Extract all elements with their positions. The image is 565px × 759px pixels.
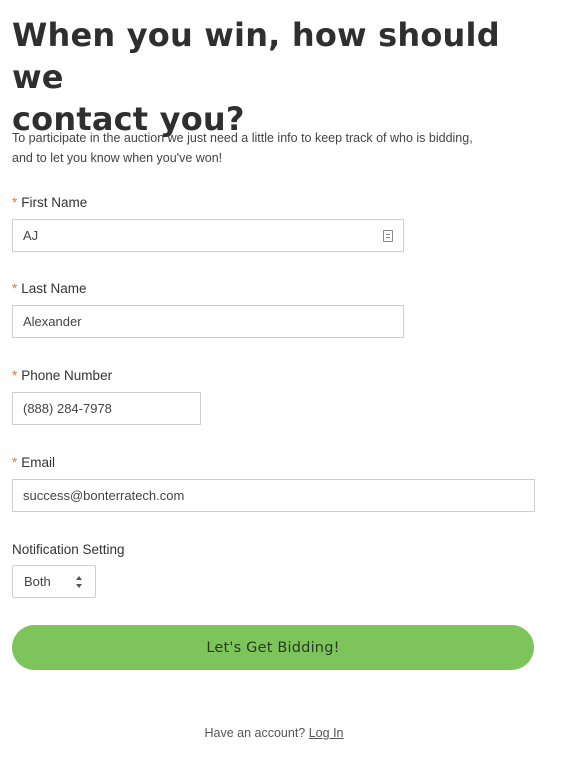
phone-number-input[interactable]: (888) 284-7978 — [12, 392, 201, 425]
intro-line-2: and to let you know when you've won! — [12, 151, 223, 165]
notification-setting-label: Notification Setting — [12, 542, 125, 558]
submit-button[interactable]: Let's Get Bidding! — [12, 625, 534, 670]
notification-setting-select[interactable]: Both — [12, 565, 96, 598]
intro-line-1: To participate in the auction we just ne… — [12, 131, 473, 145]
submit-button-label: Let's Get Bidding! — [206, 639, 340, 656]
last-name-value: Alexander — [23, 314, 82, 329]
notification-setting-label-text: Notification Setting — [12, 542, 125, 557]
last-name-label: * Last Name — [12, 281, 87, 297]
email-label: * Email — [12, 455, 55, 471]
page-title: When you win, how should we contact you? — [12, 14, 552, 140]
email-value: success@bonterratech.com — [23, 488, 185, 503]
phone-number-label-text: Phone Number — [21, 368, 113, 383]
last-name-label-text: Last Name — [21, 281, 87, 296]
required-marker: * — [12, 455, 18, 470]
select-arrows-icon — [76, 576, 83, 588]
email-label-text: Email — [21, 455, 56, 470]
first-name-label: * First Name — [12, 195, 87, 211]
account-prompt: Have an account? — [204, 726, 306, 740]
first-name-input[interactable]: AJ — [12, 219, 404, 252]
email-input[interactable]: success@bonterratech.com — [12, 479, 535, 512]
phone-number-label: * Phone Number — [12, 368, 112, 384]
footer: Have an account? Log In — [0, 726, 548, 740]
required-marker: * — [12, 368, 18, 383]
required-marker: * — [12, 195, 18, 210]
autofill-contact-icon[interactable] — [383, 230, 393, 242]
page-title-line-1: When you win, how should we — [12, 16, 500, 96]
first-name-value: AJ — [23, 228, 39, 243]
notification-setting-value: Both — [24, 574, 51, 589]
login-link[interactable]: Log In — [309, 726, 344, 740]
last-name-input[interactable]: Alexander — [12, 305, 404, 338]
intro-text: To participate in the auction we just ne… — [12, 128, 557, 168]
phone-number-value: (888) 284-7978 — [23, 401, 112, 416]
first-name-label-text: First Name — [21, 195, 88, 210]
required-marker: * — [12, 281, 18, 296]
